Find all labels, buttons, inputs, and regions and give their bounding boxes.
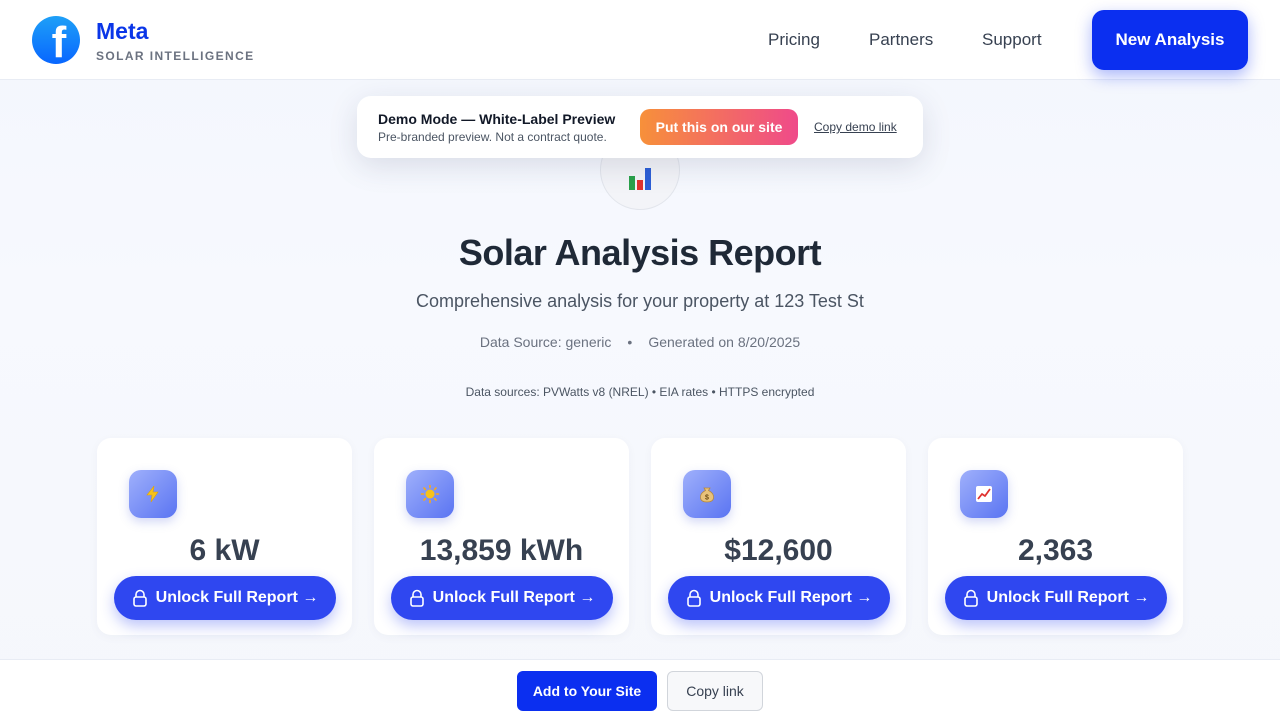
metric-value: 13,859 kWh <box>419 534 584 567</box>
separator-dot: • <box>627 334 633 350</box>
bar-chart-icon-graphic <box>629 168 651 190</box>
money-bag-icon: $ <box>683 470 731 518</box>
metric-card-savings: 2,363 Unlock Full Report → <box>928 438 1183 635</box>
sun-icon <box>406 470 454 518</box>
bottom-action-bar: Add to Your Site Copy link <box>0 659 1280 720</box>
copy-link-button[interactable]: Copy link <box>667 671 763 711</box>
nav-pricing-link[interactable]: Pricing <box>768 30 820 50</box>
unlock-button-label: Unlock Full Report → <box>432 589 596 606</box>
unlock-button-label: Unlock Full Report → <box>709 589 873 606</box>
unlock-button-label: Unlock Full Report → <box>986 589 1150 606</box>
copy-demo-link[interactable]: Copy demo link <box>814 120 897 134</box>
add-to-site-button[interactable]: Add to Your Site <box>517 671 657 711</box>
top-header: f Meta SOLAR INTELLIGENCE Pricing Partne… <box>0 0 1280 80</box>
metric-value: 2,363 <box>1017 534 1094 567</box>
metric-value: $12,600 <box>724 534 833 567</box>
unlock-full-report-button[interactable]: Unlock Full Report → <box>391 576 613 620</box>
demo-banner-subtitle: Pre-branded preview. Not a contract quot… <box>378 130 607 144</box>
demo-mode-banner: Demo Mode — White-Label Preview Pre-bran… <box>357 96 923 158</box>
money-bag-icon-graphic: $ <box>700 487 714 503</box>
metric-card-system-size: 6 kW Unlock Full Report → <box>97 438 352 635</box>
metric-card-cost: $ $12,600 Unlock Full Report → <box>651 438 906 635</box>
trend-chart-icon <box>960 470 1008 518</box>
metric-card-annual-production: 13,859 kWh Unlock Full Report → <box>374 438 629 635</box>
lock-icon <box>686 589 701 607</box>
generated-date-label: Generated on 8/20/2025 <box>648 334 801 350</box>
brand-name[interactable]: Meta <box>96 18 148 45</box>
unlock-full-report-button[interactable]: Unlock Full Report → <box>668 576 890 620</box>
report-meta-row: Data Source: generic • Generated on 8/20/2… <box>0 334 1280 350</box>
new-analysis-button[interactable]: New Analysis <box>1092 10 1248 70</box>
unlock-button-label: Unlock Full Report → <box>155 589 319 606</box>
metric-value: 6 kW <box>189 534 260 567</box>
svg-text:$: $ <box>705 495 709 502</box>
sun-icon-graphic <box>420 484 440 504</box>
nav-support-link[interactable]: Support <box>982 30 1042 50</box>
data-sources-line: Data sources: PVWatts v8 (NREL) • EIA ra… <box>465 385 815 399</box>
unlock-full-report-button[interactable]: Unlock Full Report → <box>945 576 1167 620</box>
page-subtitle: Comprehensive analysis for your property… <box>416 291 864 311</box>
nav-partners-link[interactable]: Partners <box>869 30 933 50</box>
page-title: Solar Analysis Report <box>458 232 822 273</box>
lightning-icon <box>129 470 177 518</box>
lock-icon <box>409 589 424 607</box>
lock-icon <box>132 589 147 607</box>
data-source-label: Data Source: generic <box>479 334 612 350</box>
lock-icon <box>963 589 978 607</box>
brand-tagline: SOLAR INTELLIGENCE <box>96 49 255 63</box>
trend-chart-icon-graphic <box>976 486 992 502</box>
lightning-icon-graphic <box>146 485 159 503</box>
put-on-site-button[interactable]: Put this on our site <box>640 109 798 145</box>
facebook-logo-icon[interactable]: f <box>32 16 80 64</box>
logo-letter: f <box>51 18 67 65</box>
unlock-full-report-button[interactable]: Unlock Full Report → <box>114 576 336 620</box>
demo-banner-title: Demo Mode — White-Label Preview <box>378 111 616 127</box>
